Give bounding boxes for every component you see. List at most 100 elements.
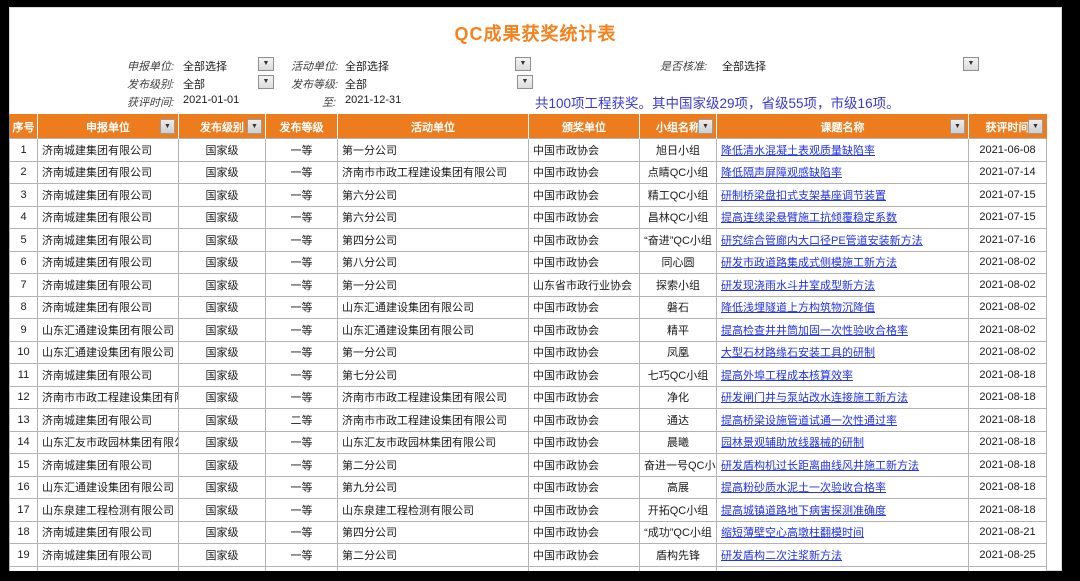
activity-unit-dropdown-icon[interactable]: ▼ <box>515 57 531 71</box>
cell-活动单位: 济南市市政工程建设集团有限公司 <box>338 386 529 409</box>
topic-link[interactable]: 提高桥梁设施管道试通一次性通过率 <box>721 415 897 427</box>
cell-序号: 7 <box>10 274 38 297</box>
topic-link[interactable]: 提高外埠工程成本核算效率 <box>721 370 853 382</box>
topic-link[interactable]: 研发闸门井与泵站改水连接施工新方法 <box>721 392 908 404</box>
cell-序号: 10 <box>10 341 38 364</box>
cell-小组名称: “奋进”QC小组 <box>640 229 717 252</box>
activity-unit-filter-value[interactable]: 全部选择 <box>345 58 389 74</box>
cell-发布级别: 国家级 <box>179 139 266 162</box>
topic-link[interactable]: 提高城镇道路地下病害探测准确度 <box>721 505 886 517</box>
topic-link[interactable]: 降低浅埋隧道上方构筑物沉降值 <box>721 302 875 314</box>
cell-序号: 9 <box>10 319 38 342</box>
header-label: 课题名称 <box>821 122 865 134</box>
award-time-from-value[interactable]: 2021-01-01 <box>183 94 239 106</box>
publish-level-filter-value[interactable]: 全部 <box>183 76 205 92</box>
cell-发布级别: 国家级 <box>179 206 266 229</box>
topic-link[interactable]: 提高连续梁悬臂施工抗倾覆稳定系数 <box>721 212 897 224</box>
award-time-to-value[interactable]: 2021-12-31 <box>345 94 401 106</box>
cell-发布级别: 国家级 <box>179 386 266 409</box>
cell-发布等级: 一等 <box>266 184 338 207</box>
cell-活动单位: 济南市市政工程建设集团有限公司 <box>338 409 529 432</box>
topic-link[interactable]: 提高检查井井筒加固一次性验收合格率 <box>721 325 908 337</box>
cell-课题名称: 研发市政道路集成式侧模施工新方法 <box>717 251 969 274</box>
topic-link[interactable]: 研制桥梁盘扣式支架基座调节装置 <box>721 190 886 202</box>
publish-grade-dropdown-icon[interactable]: ▼ <box>517 75 533 89</box>
cell-申报单位: 山东汇通建设集团有限公司 <box>38 476 179 499</box>
cell-发布等级: 一等 <box>266 139 338 162</box>
cell-序号: 11 <box>10 364 38 387</box>
cell-课题名称: 研发现浇雨水斗井室成型新方法 <box>717 274 969 297</box>
cell-获评时间: 2021-08-25 <box>969 544 1047 567</box>
cell-活动单位: 第八分公司 <box>338 251 529 274</box>
approved-dropdown-icon[interactable]: ▼ <box>963 57 979 71</box>
cell-序号: 18 <box>10 521 38 544</box>
topic-link[interactable]: 提高粉砂质水泥土一次验收合格率 <box>721 482 886 494</box>
cell-发布级别: 国家级 <box>179 319 266 342</box>
cell-申报单位: 济南城建集团有限公司 <box>38 184 179 207</box>
table-row: 12济南市市政工程建设集团有限公司国家级一等济南市市政工程建设集团有限公司中国市… <box>10 386 1047 409</box>
cell-发布级别: 国家级 <box>179 454 266 477</box>
header-cell-7: 课题名称 ▼ <box>717 115 969 139</box>
cell-发布级别: 国家级 <box>179 296 266 319</box>
column-filter-icon[interactable]: ▼ <box>1028 119 1043 134</box>
cell-申报单位: 济南城建集团有限公司 <box>38 409 179 432</box>
declare-unit-dropdown-icon[interactable]: ▼ <box>258 57 274 71</box>
cell-活动单位: 第四分公司 <box>338 521 529 544</box>
cell-颁奖单位: 中国市政协会 <box>529 184 640 207</box>
cell-颁奖单位: 中国市政协会 <box>529 206 640 229</box>
topic-link[interactable]: 研发盾构二次注浆新方法 <box>721 550 842 562</box>
cell-颁奖单位: 中国市政协会 <box>529 476 640 499</box>
cell-颁奖单位: 中国市政协会 <box>529 364 640 387</box>
topic-link[interactable]: 研发市政道路集成式侧模施工新方法 <box>721 257 897 269</box>
cell-课题名称: 研发盾构二次注浆新方法 <box>717 544 969 567</box>
cell-序号: 5 <box>10 229 38 252</box>
topic-link[interactable]: 研发现浇雨水斗井室成型新方法 <box>721 280 875 292</box>
cell-活动单位: 第一分公司 <box>338 341 529 364</box>
award-summary-text: 共100项工程获奖。其中国家级29项，省级55项，市级16项。 <box>535 92 900 112</box>
declare-unit-filter-value[interactable]: 全部选择 <box>183 58 227 74</box>
header-label: 发布等级 <box>280 122 324 134</box>
cell-发布等级: 一等 <box>266 251 338 274</box>
cell-发布级别: 国家级 <box>179 229 266 252</box>
cell-发布等级: 一等 <box>266 296 338 319</box>
cell-小组名称: 凤凰 <box>640 341 717 364</box>
cell-活动单位: 第二分公司 <box>338 544 529 567</box>
table-row: 13济南城建集团有限公司国家级二等济南市市政工程建设集团有限公司中国市政协会通达… <box>10 409 1047 432</box>
topic-link[interactable]: 园林景观辅助放线器械的研制 <box>721 437 864 449</box>
topic-link[interactable]: 大型石材路缘石安装工具的研制 <box>721 347 875 359</box>
topic-link[interactable]: 缩短薄壁空心高墩柱翻模时间 <box>721 527 864 539</box>
header-cell-3: 发布等级 <box>266 115 338 139</box>
cell-颁奖单位: 中国市政协会 <box>529 409 640 432</box>
spreadsheet-window: { "title": "QC成果获奖统计表", "colors": { "acc… <box>0 0 1080 581</box>
cell-课题名称: 提高城镇道路地下病害探测准确度 <box>717 499 969 522</box>
header-label: 申报单位 <box>86 122 130 134</box>
cell-活动单位: 山东汇通建设集团有限公司 <box>338 296 529 319</box>
column-filter-icon[interactable]: ▼ <box>950 119 965 134</box>
cell-颁奖单位: 中国市政协会 <box>529 251 640 274</box>
publish-level-dropdown-icon[interactable]: ▼ <box>258 75 274 89</box>
publish-grade-filter-value[interactable]: 全部 <box>345 76 367 92</box>
column-filter-icon[interactable]: ▼ <box>247 119 262 134</box>
cell-课题名称: 研发闸门井与泵站改水连接施工新方法 <box>717 386 969 409</box>
cell-获评时间: 2021-08-18 <box>969 454 1047 477</box>
cell-发布级别: 国家级 <box>179 184 266 207</box>
cell-活动单位: 第九分公司 <box>338 476 529 499</box>
cell-颁奖单位: 中国市政协会 <box>529 319 640 342</box>
header-cell-6: 小组名称▼ <box>640 115 717 139</box>
column-filter-icon[interactable]: ▼ <box>160 119 175 134</box>
approved-filter-value[interactable]: 全部选择 <box>722 58 766 74</box>
table-row: 7济南城建集团有限公司国家级一等第一分公司山东省市政行业协会探索小组研发现浇雨水… <box>10 274 1047 297</box>
topic-link[interactable]: 研究综合管廊内大口径PE管道安装新方法 <box>721 235 923 247</box>
cell-小组名称: 通达 <box>640 409 717 432</box>
cell-活动单位: 山东泉建工程检测有限公司 <box>338 499 529 522</box>
cell-发布等级: 一等 <box>266 319 338 342</box>
topic-link[interactable]: 研发盾构机过长距离曲线风井施工新方法 <box>721 460 919 472</box>
topic-link[interactable]: 降低清水混凝土表观质量缺陷率 <box>721 145 875 157</box>
topic-link[interactable]: 降低隔声屏障观感缺陷率 <box>721 167 842 179</box>
cell-活动单位: 第六分公司 <box>338 206 529 229</box>
table-row: 14山东汇友市政园林集团有限公司国家级一等山东汇友市政园林集团有限公司中国市政协… <box>10 431 1047 454</box>
table-row: 1济南城建集团有限公司国家级一等第一分公司中国市政协会旭日小组降低清水混凝土表观… <box>10 139 1047 162</box>
column-filter-icon[interactable]: ▼ <box>698 119 713 134</box>
header-cell-0: 序号 <box>10 115 38 139</box>
cell-发布级别: 国家级 <box>179 364 266 387</box>
